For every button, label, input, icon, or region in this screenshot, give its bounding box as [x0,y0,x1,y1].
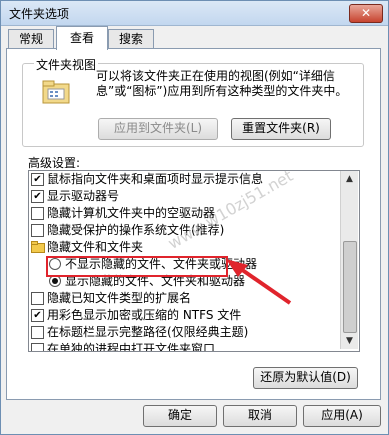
checkbox[interactable] [31,224,44,237]
ok-button[interactable]: 确定 [143,405,217,427]
vertical-scrollbar[interactable]: ▲ ▼ [340,171,358,349]
tab-search[interactable]: 搜索 [108,29,154,49]
tab-view[interactable]: 查看 [56,26,108,50]
advanced-settings-label: 高级设置: [28,156,81,170]
restore-defaults-button[interactable]: 还原为默认值(D) [253,367,358,389]
title-bar: 文件夹选项 ✕ [1,1,388,26]
cancel-button[interactable]: 取消 [223,405,297,427]
checkbox[interactable] [31,207,44,220]
scroll-thumb[interactable] [343,241,357,333]
apply-to-folders-button[interactable]: 应用到文件夹(L) [98,118,218,140]
tab-general[interactable]: 常规 [8,29,54,49]
folder-views-title: 文件夹视图 [34,56,99,73]
checkbox[interactable] [31,343,44,351]
scroll-down-icon[interactable]: ▼ [341,333,358,349]
annotation-highlight-box [46,256,228,277]
apply-button[interactable]: 应用(A) [303,405,381,427]
checkbox-checked[interactable]: ✔ [31,190,44,203]
close-button[interactable]: ✕ [349,4,383,23]
checkbox-checked[interactable]: ✔ [31,173,44,186]
checkbox[interactable] [31,292,44,305]
annotation-arrow-icon [226,259,292,305]
window-title: 文件夹选项 [9,7,70,21]
folder-views-description: 可以将该文件夹正在使用的视图(例如“详细信息”或“图标”)应用到所有这种类型的文… [96,69,348,98]
checkbox-checked[interactable]: ✔ [31,309,44,322]
checkbox[interactable] [31,326,44,339]
folder-view-icon [42,80,70,104]
folder-icon [31,241,45,253]
reset-folders-button[interactable]: 重置文件夹(R) [231,118,331,140]
scroll-up-icon[interactable]: ▲ [341,171,358,187]
